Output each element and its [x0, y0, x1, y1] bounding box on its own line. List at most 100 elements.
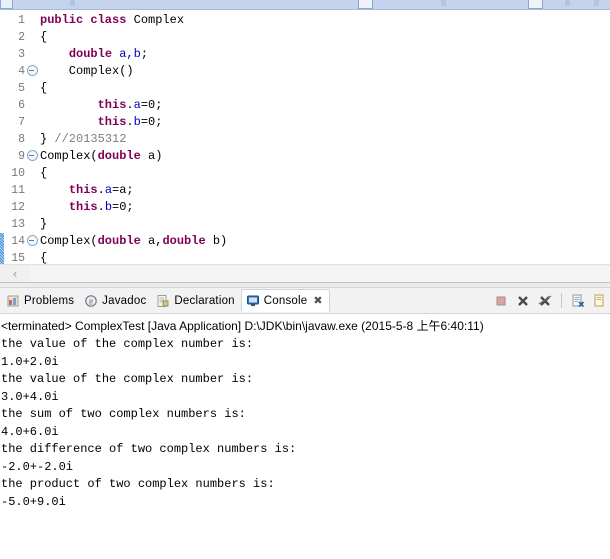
code-token-pln: =0; [140, 115, 163, 129]
console-output-line: the difference of two complex numbers is… [1, 442, 297, 456]
java-source-editor[interactable]: 1 public class Complex 2{3 double a,b; 4 Co… [0, 10, 610, 282]
console-output[interactable]: the value of the complex number is: 1.0+2… [0, 336, 610, 511]
code-line[interactable]: 10{ [0, 165, 610, 182]
code-text: this.a=0; [38, 97, 163, 114]
code-line[interactable]: 3 double a,b; [0, 46, 610, 63]
tab-declaration[interactable]: Declaration [152, 290, 240, 311]
console-view: Problems @ Javadoc Declaration Console ✖ [0, 288, 610, 559]
code-text: double a,b; [38, 46, 148, 63]
gutter-spacer [0, 165, 4, 182]
fold-collapse-icon[interactable] [26, 63, 38, 80]
code-line[interactable]: 12 this.b=0; [0, 199, 610, 216]
code-token-kw: double [68, 47, 113, 61]
remove-all-terminated-button[interactable] [537, 293, 553, 309]
console-output-line: -5.0+9.0i [1, 494, 66, 509]
code-token-pln: Complex [133, 13, 185, 27]
code-line[interactable]: 14 Complex(double a,double b) [0, 233, 610, 250]
code-line[interactable]: 4 Complex() [0, 63, 610, 80]
code-line[interactable]: 9 Complex(double a) [0, 148, 610, 165]
code-line[interactable]: 2{ [0, 29, 610, 46]
tab-close-icon[interactable]: ✖ [313, 294, 322, 307]
code-token-pln [40, 200, 69, 214]
console-output-line: the product of two complex numbers is: [1, 477, 275, 491]
code-token-pln: { [40, 81, 48, 95]
gutter-spacer [0, 182, 4, 199]
tab-javadoc[interactable]: @ Javadoc [80, 290, 152, 311]
code-token-kw: this [97, 115, 127, 129]
gutter-spacer [0, 131, 4, 148]
tab-console[interactable]: Console ✖ [240, 289, 330, 312]
console-output-line: 1.0+2.0i [1, 354, 59, 369]
gutter-spacer [0, 80, 4, 97]
fold-minus-icon[interactable] [26, 65, 38, 77]
toolbar-chip-icon [358, 0, 373, 9]
editor-horizontal-scrollbar[interactable]: ‹ [0, 264, 610, 282]
fold-collapse-icon[interactable] [26, 233, 38, 250]
terminate-button[interactable] [493, 293, 509, 309]
tab-problems[interactable]: Problems [2, 290, 80, 311]
code-text: } [38, 216, 47, 233]
toolbar-tick-icon [70, 0, 75, 6]
toolbar-tick-icon [441, 0, 446, 6]
code-token-fld: b [133, 115, 141, 129]
code-token-pln: { [40, 251, 48, 265]
code-line[interactable]: 6 this.a=0; [0, 97, 610, 114]
tab-label: Declaration [174, 294, 235, 307]
console-output-line: the sum of two complex numbers is: [1, 407, 246, 421]
code-token-pln: a) [140, 149, 163, 163]
remove-launch-button[interactable] [515, 293, 531, 309]
toolbar-separator [561, 293, 562, 308]
code-token-kw: this [68, 183, 98, 197]
scroll-lock-button[interactable] [592, 293, 608, 309]
code-line[interactable]: 1 public class Complex [0, 12, 610, 29]
console-output-line: the value of the complex number is: [1, 372, 254, 386]
editor-scroll-track[interactable] [30, 265, 610, 282]
code-token-fld: b [104, 200, 113, 214]
code-token-pln [40, 183, 69, 197]
code-line[interactable]: 7 this.b=0; [0, 114, 610, 131]
gutter-spacer [0, 216, 4, 233]
code-token-pln: b) [205, 234, 228, 248]
scroll-left-arrow-icon[interactable]: ‹ [0, 268, 30, 280]
console-toolbar[interactable] [493, 288, 608, 313]
code-token-pln: { [40, 30, 48, 44]
code-token-kw: double [162, 234, 206, 248]
code-token-kw: double [97, 234, 141, 248]
tab-label: Javadoc [102, 294, 147, 307]
fold-minus-icon[interactable] [26, 150, 38, 162]
code-text: this.b=0; [38, 199, 134, 216]
code-text: } //20135312 [38, 131, 126, 148]
code-token-cmt: //20135312 [54, 132, 127, 146]
code-token-fld: a [104, 183, 113, 197]
problems-icon [6, 294, 20, 308]
code-token-pln: . [97, 183, 105, 197]
code-token-pln: Complex( [40, 234, 98, 248]
code-text: public class Complex [38, 12, 184, 29]
gutter-spacer [0, 148, 4, 165]
console-output-line: 3.0+4.0i [1, 389, 59, 404]
code-line[interactable]: 11 this.a=a; [0, 182, 610, 199]
code-text: Complex(double a) [38, 148, 162, 165]
tab-label: Console [263, 294, 308, 307]
fold-minus-icon[interactable] [26, 235, 38, 247]
gutter-spacer [0, 46, 4, 63]
code-token-pln: Complex( [40, 149, 98, 163]
code-token-pln: . [126, 115, 134, 129]
fold-collapse-icon[interactable] [26, 148, 38, 165]
declaration-icon [156, 294, 170, 308]
code-text: { [38, 165, 47, 182]
code-text: { [38, 80, 47, 97]
code-token-pln: a, [140, 234, 163, 248]
tab-label: Problems [24, 294, 75, 307]
code-token-fld: a [133, 98, 141, 112]
console-output-line: 4.0+6.0i [1, 424, 59, 439]
code-token-pln [40, 98, 98, 112]
clear-console-button[interactable] [570, 293, 586, 309]
view-tab-bar[interactable]: Problems @ Javadoc Declaration Console ✖ [0, 288, 610, 314]
code-line[interactable]: 5{ [0, 80, 610, 97]
toolbar-chip-icon [0, 0, 13, 9]
code-lines-container[interactable]: 1 public class Complex 2{3 double a,b; 4 Co… [0, 10, 610, 282]
code-token-kw: this [68, 200, 98, 214]
code-line[interactable]: 13} [0, 216, 610, 233]
code-line[interactable]: 8} //20135312 [0, 131, 610, 148]
